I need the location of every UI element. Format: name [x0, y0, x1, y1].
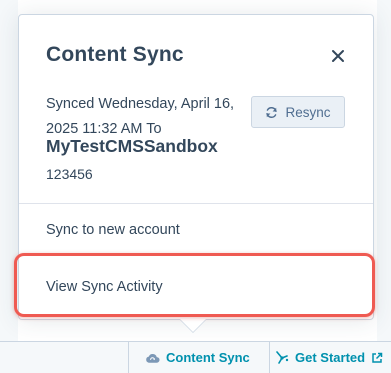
resync-button[interactable]: Resync: [251, 96, 345, 128]
popover-title: Content Sync: [46, 43, 184, 66]
resync-button-label: Resync: [285, 104, 331, 120]
content-sync-label: Content Sync: [166, 350, 250, 365]
account-id: 123456: [46, 166, 93, 182]
external-link-icon: [372, 352, 383, 363]
get-started-label: Get Started: [295, 350, 366, 365]
content-sync-popover: Content Sync Synced Wednesday, April 16,…: [18, 14, 374, 320]
content-sync-button[interactable]: Content Sync: [128, 342, 270, 373]
cloud-sync-icon: [146, 353, 160, 363]
popover-arrow: [180, 319, 206, 332]
close-icon: [332, 50, 344, 62]
refresh-icon: [266, 106, 278, 118]
close-button[interactable]: [328, 46, 348, 66]
view-sync-activity-item[interactable]: View Sync Activity: [19, 264, 373, 310]
sparkle-icon: [276, 350, 289, 364]
get-started-link[interactable]: Get Started: [275, 342, 383, 373]
synced-timestamp-text: Synced Wednesday, April 16, 2025 11:32 A…: [46, 96, 235, 137]
bottom-bar: Content Sync Get Started: [0, 341, 391, 373]
divider: [19, 203, 373, 204]
sync-to-new-account-item[interactable]: Sync to new account: [19, 207, 373, 253]
account-name: MyTestCMSSandbox: [46, 136, 218, 156]
